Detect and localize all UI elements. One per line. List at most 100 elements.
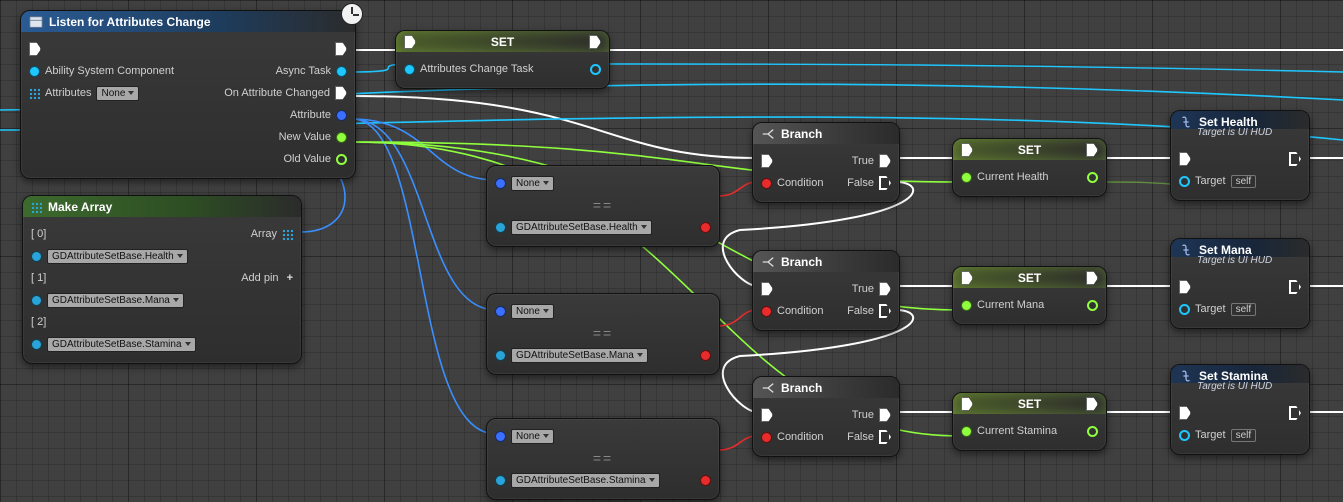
target-pin[interactable]: [1179, 176, 1190, 187]
condition-pin[interactable]: [761, 178, 772, 189]
exec-in-pin[interactable]: [961, 397, 973, 411]
idx-0-label: [ 0]: [31, 228, 46, 240]
b-dropdown[interactable]: GDAttributeSetBase.Stamina: [511, 473, 660, 488]
item-2-pin[interactable]: [31, 339, 42, 350]
b-pin[interactable]: [495, 350, 506, 361]
result-pin[interactable]: [700, 222, 711, 233]
node-equals-health[interactable]: None == GDAttributeSetBase.Health: [486, 165, 720, 247]
attributes-pin[interactable]: [29, 88, 40, 99]
var-in-pin[interactable]: [961, 300, 972, 311]
node-branch-stamina[interactable]: Branch True Condition False: [752, 376, 900, 457]
node-set-current-mana[interactable]: SET Current Mana: [952, 266, 1107, 325]
item-1-dropdown[interactable]: GDAttributeSetBase.Mana: [47, 293, 184, 308]
a-dropdown[interactable]: None: [511, 176, 554, 191]
target-pin[interactable]: [1179, 430, 1190, 441]
var-label: Current Stamina: [977, 425, 1057, 437]
var-in-pin[interactable]: [961, 426, 972, 437]
a-pin[interactable]: [495, 431, 506, 442]
attribute-out-pin[interactable]: [336, 110, 347, 121]
a-pin[interactable]: [495, 306, 506, 317]
node-branch-health[interactable]: Branch True Condition False: [752, 122, 900, 203]
old-value-pin[interactable]: [336, 154, 347, 165]
node-subtitle: Target is UI HUD: [1171, 127, 1309, 142]
var-out-pin[interactable]: [1087, 172, 1098, 183]
exec-out-pin[interactable]: [1289, 152, 1301, 166]
node-equals-mana[interactable]: None == GDAttributeSetBase.Mana: [486, 293, 720, 375]
b-dropdown[interactable]: GDAttributeSetBase.Mana: [511, 348, 648, 363]
item-1-pin[interactable]: [31, 295, 42, 306]
node-set-current-stamina[interactable]: SET Current Stamina: [952, 392, 1107, 451]
true-pin[interactable]: [879, 282, 891, 296]
attributes-dropdown[interactable]: None: [96, 86, 139, 101]
var-in-pin[interactable]: [404, 64, 415, 75]
ability-system-pin[interactable]: [29, 66, 40, 77]
node-set-mana[interactable]: Set Mana Target is UI HUD Targetself: [1170, 238, 1310, 329]
exec-in-pin[interactable]: [761, 154, 773, 168]
exec-in-pin[interactable]: [961, 271, 973, 285]
b-pin[interactable]: [495, 222, 506, 233]
false-pin[interactable]: [879, 176, 891, 190]
node-branch-mana[interactable]: Branch True Condition False: [752, 250, 900, 331]
exec-in-pin[interactable]: [761, 408, 773, 422]
a-dropdown[interactable]: None: [511, 304, 554, 319]
ability-system-label: Ability System Component: [45, 65, 174, 77]
on-changed-pin[interactable]: [335, 86, 347, 100]
caret-icon: [637, 353, 643, 357]
false-pin[interactable]: [879, 304, 891, 318]
true-pin[interactable]: [879, 408, 891, 422]
node-set-stamina[interactable]: Set Stamina Target is UI HUD Targetself: [1170, 364, 1310, 455]
item-0-pin[interactable]: [31, 251, 42, 262]
new-value-pin[interactable]: [336, 132, 347, 143]
a-dropdown[interactable]: None: [511, 429, 554, 444]
exec-out-pin[interactable]: [1086, 271, 1098, 285]
node-set-task[interactable]: SET Attributes Change Task: [395, 30, 610, 89]
b-dropdown[interactable]: GDAttributeSetBase.Health: [511, 220, 652, 235]
false-pin[interactable]: [879, 430, 891, 444]
exec-in-pin[interactable]: [761, 282, 773, 296]
array-out-label: Array: [251, 228, 277, 240]
node-title: SET: [953, 267, 1106, 288]
var-label: Current Health: [977, 171, 1049, 183]
idx-1-label: [ 1]: [31, 272, 46, 284]
item-2-dropdown[interactable]: GDAttributeSetBase.Stamina: [47, 337, 196, 352]
node-set-health[interactable]: Set Health Target is UI HUD Targetself: [1170, 110, 1310, 201]
exec-out-pin[interactable]: [589, 35, 601, 49]
branch-icon: [761, 127, 775, 141]
condition-pin[interactable]: [761, 432, 772, 443]
true-label: True: [852, 283, 874, 295]
exec-in-pin[interactable]: [29, 42, 41, 56]
equals-icon: ==: [495, 197, 711, 213]
target-pin[interactable]: [1179, 304, 1190, 315]
async-task-pin[interactable]: [336, 66, 347, 77]
node-title: Listen for Attributes Change: [21, 11, 355, 32]
node-make-array[interactable]: Make Array [ 0] Array GDAttributeSetBase…: [22, 195, 302, 364]
condition-pin[interactable]: [761, 306, 772, 317]
add-pin-button[interactable]: +: [284, 272, 293, 284]
item-0-dropdown[interactable]: GDAttributeSetBase.Health: [47, 249, 188, 264]
b-pin[interactable]: [495, 475, 506, 486]
exec-in-pin[interactable]: [1179, 406, 1191, 420]
node-equals-stamina[interactable]: None == GDAttributeSetBase.Stamina: [486, 418, 720, 500]
exec-in-pin[interactable]: [1179, 152, 1191, 166]
result-pin[interactable]: [700, 475, 711, 486]
exec-in-pin[interactable]: [961, 143, 973, 157]
var-out-pin[interactable]: [1087, 426, 1098, 437]
on-changed-label: On Attribute Changed: [224, 87, 330, 99]
var-in-pin[interactable]: [961, 172, 972, 183]
exec-out-pin[interactable]: [1086, 143, 1098, 157]
var-out-pin[interactable]: [1087, 300, 1098, 311]
exec-out-pin[interactable]: [1289, 280, 1301, 294]
exec-in-pin[interactable]: [1179, 280, 1191, 294]
node-set-current-health[interactable]: SET Current Health: [952, 138, 1107, 197]
exec-out-pin[interactable]: [1289, 406, 1301, 420]
var-out-pin[interactable]: [590, 64, 601, 75]
exec-in-pin[interactable]: [404, 35, 416, 49]
node-listen-attributes-change[interactable]: Listen for Attributes Change Ability Sys…: [20, 10, 356, 179]
result-pin[interactable]: [700, 350, 711, 361]
a-pin[interactable]: [495, 178, 506, 189]
exec-out-pin[interactable]: [1086, 397, 1098, 411]
exec-out-pin[interactable]: [335, 42, 347, 56]
self-box: self: [1231, 429, 1257, 442]
true-pin[interactable]: [879, 154, 891, 168]
array-out-pin[interactable]: [282, 229, 293, 240]
